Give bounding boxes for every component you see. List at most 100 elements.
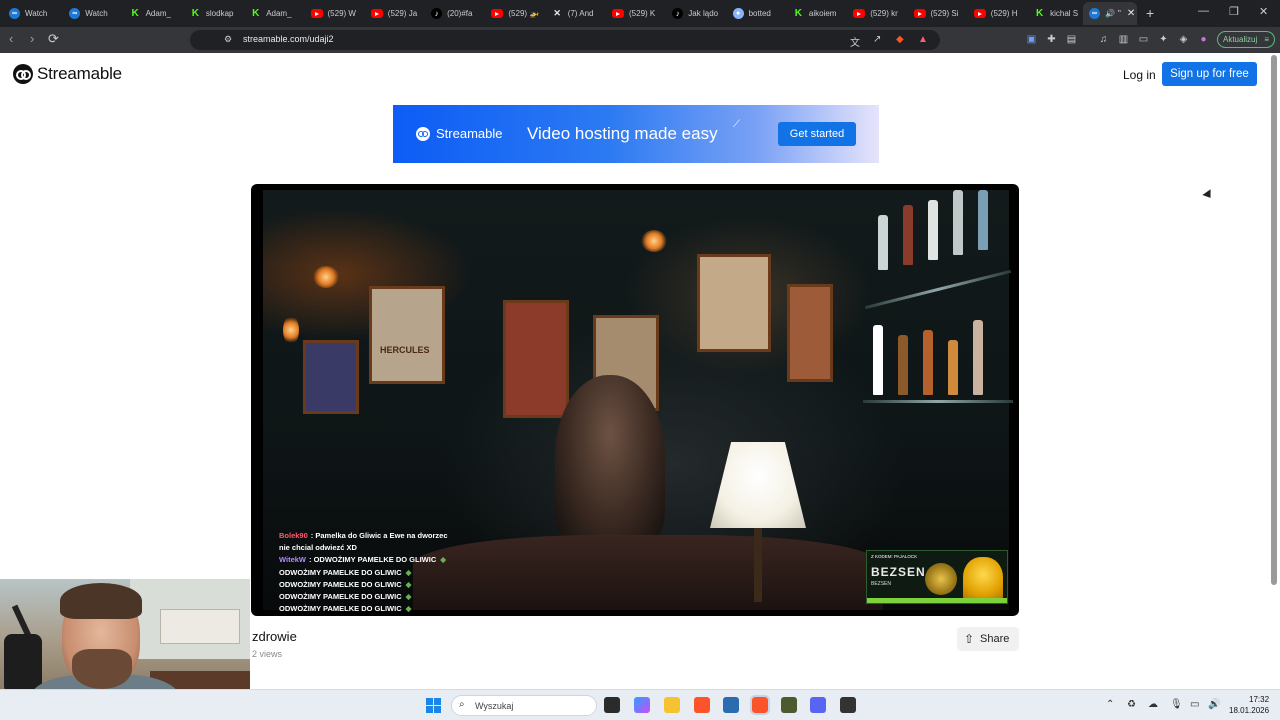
task-view-icon[interactable] xyxy=(604,697,620,713)
money-emoji-icon: ◆ xyxy=(405,604,412,614)
banner-logo: Streamable xyxy=(416,126,502,141)
address-bar[interactable]: ⚙ streamable.com/udaji2 文 ↗ ◆ ▲ xyxy=(190,30,940,50)
close-tab-icon[interactable]: ✕ xyxy=(1127,8,1135,19)
restore-icon[interactable]: ❐ xyxy=(1229,5,1239,18)
youtube-icon xyxy=(913,9,926,18)
app-icon[interactable] xyxy=(781,697,797,713)
browser-tab[interactable]: K Adam_ xyxy=(130,3,182,24)
volume-icon[interactable]: 🔊 xyxy=(1208,699,1220,710)
share-page-icon[interactable]: ↗ xyxy=(873,34,881,45)
browser-tab[interactable]: ♪ (20)#fa xyxy=(431,3,483,24)
minimize-icon[interactable]: — xyxy=(1198,5,1209,17)
discord-icon[interactable] xyxy=(810,697,826,713)
youtube-icon xyxy=(973,9,986,18)
close-window-icon[interactable]: ✕ xyxy=(1259,5,1268,18)
brave-shield-icon[interactable]: ◆ xyxy=(896,34,904,45)
start-button[interactable] xyxy=(426,698,441,713)
browser-tab[interactable]: (529) Ja xyxy=(370,3,423,24)
browser-tab-label: (20)#fa xyxy=(447,9,473,18)
leo-ai-icon[interactable]: ✦ xyxy=(1157,33,1170,46)
browser-tab[interactable]: ∞ Watch xyxy=(9,3,61,24)
get-started-button[interactable]: Get started xyxy=(778,122,856,146)
page-scrollbar[interactable] xyxy=(1271,55,1277,585)
tray-overflow-icon[interactable]: ⌃ xyxy=(1106,699,1114,710)
browser-tab[interactable]: ∞ Watch xyxy=(69,3,121,24)
bottle xyxy=(923,330,933,395)
puzzle-icon[interactable]: ✚ xyxy=(1045,33,1058,46)
login-link[interactable]: Log in xyxy=(1123,68,1156,82)
x-icon: ✕ xyxy=(553,8,561,18)
browser-tab[interactable]: Kkichal S xyxy=(1034,3,1086,24)
update-button[interactable]: Aktualizuj ≡ xyxy=(1217,31,1275,48)
money-emoji-icon: ◆ xyxy=(405,567,412,577)
system-clock[interactable]: 17:32 18.01.2026 xyxy=(1229,694,1269,716)
bottle xyxy=(878,215,888,270)
browser-tab-label: " xyxy=(1117,9,1121,18)
brave-rewards-icon[interactable]: ▲ xyxy=(918,34,928,45)
bottle xyxy=(873,325,883,395)
streamable-logo-icon xyxy=(13,64,33,84)
microphone-icon[interactable]: 🎙 xyxy=(1170,699,1183,710)
copilot-icon[interactable] xyxy=(634,697,650,713)
bottle xyxy=(903,205,913,265)
reload-icon[interactable]: ⟳ xyxy=(48,31,59,47)
microphone xyxy=(4,634,42,694)
bottle-shelf xyxy=(863,400,1013,403)
url-text[interactable]: streamable.com/udaji2 xyxy=(243,34,334,44)
back-icon[interactable]: ‹ xyxy=(9,31,13,46)
banner-brand: Streamable xyxy=(436,126,503,141)
brave-active-icon[interactable] xyxy=(750,695,770,715)
chat-text: ODWOŻIMY PAMELKE DO GLIWIC xyxy=(279,567,402,577)
audio-playing-icon[interactable]: 🔊 xyxy=(1105,9,1115,18)
browser-tab[interactable]: (529) Si xyxy=(913,3,966,24)
sponsor-bar xyxy=(867,598,1007,603)
vpn-icon[interactable]: ◈ xyxy=(1177,33,1190,46)
search-icon: ⌕ xyxy=(459,699,465,710)
media-icon[interactable]: ♫ xyxy=(1097,33,1110,46)
translate-icon[interactable]: 文 xyxy=(850,34,860,49)
browser-tab[interactable]: (529) K xyxy=(612,3,664,24)
video-frame: HERCULES Bolek90: Pamelka do Gliwic a Ew… xyxy=(263,190,1013,614)
wallet-icon[interactable]: ▭ xyxy=(1137,33,1150,46)
video-player[interactable]: HERCULES Bolek90: Pamelka do Gliwic a Ew… xyxy=(251,184,1019,616)
browser-tab[interactable]: Kaikoiem xyxy=(793,3,845,24)
browser-tab[interactable]: (529) kr xyxy=(853,3,905,24)
chat-line: ODWOŻIMY PAMELKE DO GLIWIC ◆ xyxy=(279,591,448,603)
bottle xyxy=(978,190,988,250)
new-tab-icon[interactable]: + xyxy=(1146,5,1154,21)
sidebar-icon[interactable]: ▥ xyxy=(1117,33,1130,46)
browser-tab[interactable]: (529) H xyxy=(973,3,1026,24)
browser-tab[interactable]: ● botted xyxy=(732,3,785,24)
browser-tab[interactable]: ✕ (7) And xyxy=(552,3,604,24)
browser-tab[interactable]: K Adam_ xyxy=(250,3,302,24)
store-icon[interactable] xyxy=(723,697,739,713)
app-icon[interactable] xyxy=(840,697,856,713)
browser-tab-label: (529) W xyxy=(327,9,356,18)
profile-icon[interactable]: ● xyxy=(1197,33,1210,46)
chat-text: : ODWOŻIMY PAMELKE DO GLIWIC xyxy=(309,555,437,565)
share-button[interactable]: ⇧ Share xyxy=(957,627,1019,651)
file-explorer-icon[interactable] xyxy=(664,697,680,713)
browser-tab-label: (529) kr xyxy=(870,9,898,18)
onedrive-icon[interactable]: ☁ xyxy=(1148,699,1158,710)
browser-tab-active[interactable]: ∞ 🔊 " ✕ xyxy=(1083,2,1137,25)
browser-tab[interactable]: (529) W xyxy=(310,3,363,24)
promo-banner[interactable]: Streamable Video hosting made easy ⟋ Get… xyxy=(393,105,879,163)
signup-button[interactable]: Sign up for free xyxy=(1162,62,1257,86)
tray-app-icon[interactable]: ♻ xyxy=(1127,699,1136,710)
browser-tab[interactable]: ♪ Jak lądo xyxy=(672,3,724,24)
streamable-logo[interactable]: Streamable xyxy=(13,64,122,84)
taskbar-search[interactable]: ⌕ Wyszukaj xyxy=(451,695,597,716)
chat-line: Bolek90: Pamelka do Gliwic a Ewe na dwor… xyxy=(279,530,448,542)
browser-tab[interactable]: Kslodkap xyxy=(190,3,242,24)
tab-manager-icon[interactable]: ▤ xyxy=(1065,33,1078,46)
extension-icon[interactable]: ▣ xyxy=(1025,33,1038,46)
forward-icon[interactable]: › xyxy=(30,31,34,46)
browser-tab[interactable]: (529) 🚁 xyxy=(491,3,543,24)
sponsor-mascot-icon xyxy=(963,557,1003,601)
wall-poster xyxy=(303,340,359,414)
chat-line: ODWOŻIMY PAMELKE DO GLIWIC ◆ xyxy=(279,579,448,591)
site-info-icon[interactable]: ⚙ xyxy=(224,34,232,45)
network-icon[interactable]: ▭ xyxy=(1190,699,1199,710)
brave-browser-icon[interactable] xyxy=(694,697,710,713)
